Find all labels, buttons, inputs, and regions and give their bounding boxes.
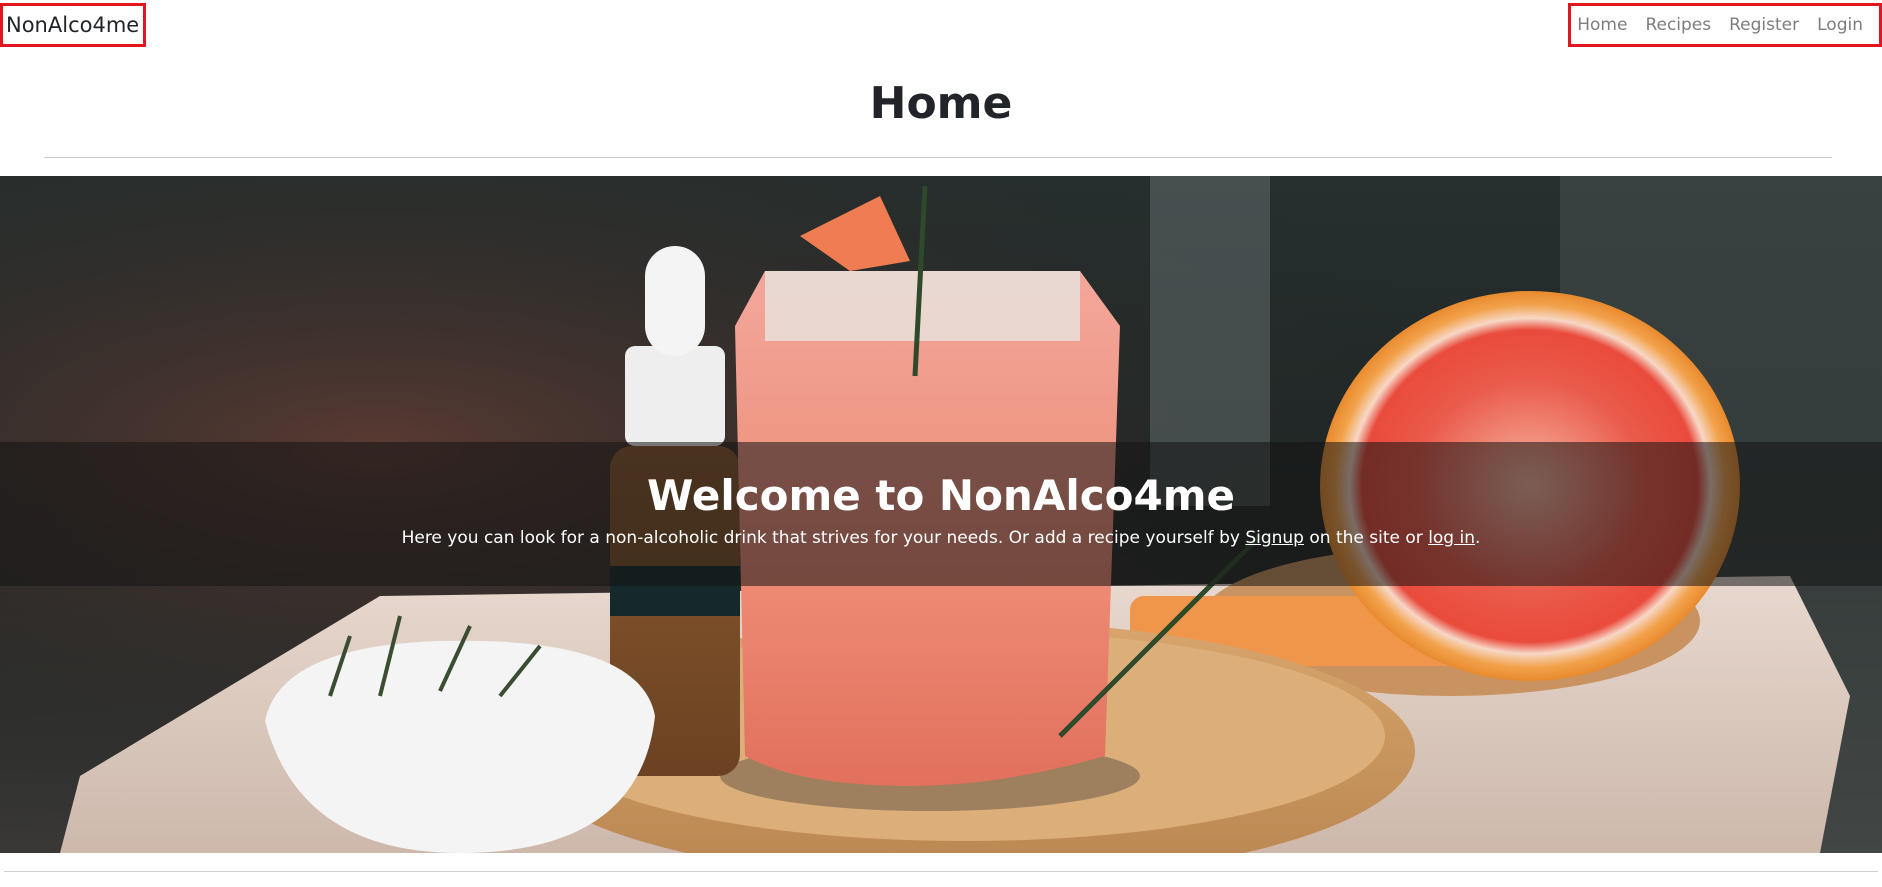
hero-description: Here you can look for a non-alcoholic dr… <box>0 524 1882 552</box>
page-title: Home <box>869 78 1013 129</box>
nav-link-recipes[interactable]: Recipes <box>1645 15 1711 35</box>
hero-banner: Welcome to NonAlco4me Here you can look … <box>0 176 1882 853</box>
hero-text-after: . <box>1475 528 1481 548</box>
footer-divider <box>4 871 1878 872</box>
nav-link-login[interactable]: Login <box>1817 15 1863 35</box>
hero-text-middle: on the site or <box>1303 528 1429 548</box>
login-link[interactable]: log in <box>1428 528 1475 548</box>
nav-links: Home Recipes Register Login <box>1568 3 1882 47</box>
hero-title: Welcome to NonAlco4me <box>647 471 1235 520</box>
navbar: NonAlco4me Home Recipes Register Login <box>0 0 1882 56</box>
title-divider <box>44 157 1832 158</box>
nav-link-home[interactable]: Home <box>1577 15 1627 35</box>
signup-link[interactable]: Signup <box>1245 528 1304 548</box>
hero-text-before: Here you can look for a non-alcoholic dr… <box>401 528 1246 548</box>
nav-link-register[interactable]: Register <box>1729 15 1799 35</box>
hero-caption: Welcome to NonAlco4me Here you can look … <box>0 442 1882 586</box>
brand-logo-link[interactable]: NonAlco4me <box>0 3 146 47</box>
